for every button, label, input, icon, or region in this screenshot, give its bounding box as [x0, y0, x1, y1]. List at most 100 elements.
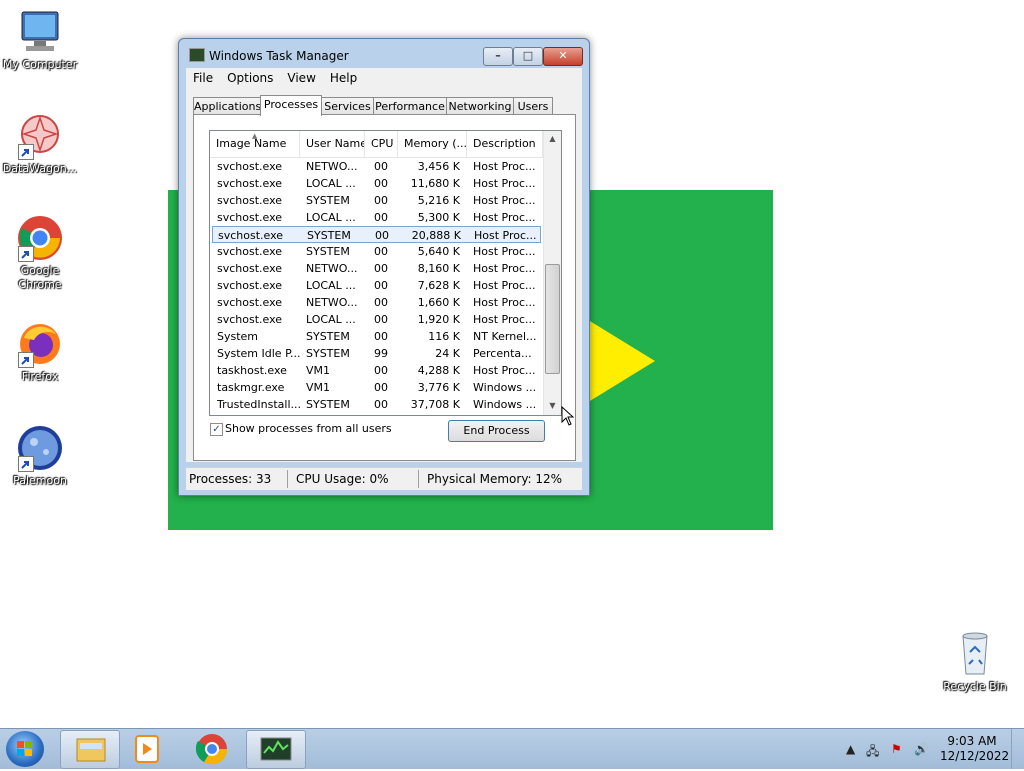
tab-processes[interactable]: Processes	[260, 95, 322, 116]
cell-desc: NT Kernel...	[473, 330, 537, 343]
shortcut-arrow-icon	[18, 246, 34, 262]
tab-applications[interactable]: Applications	[193, 97, 261, 115]
cell-image: svchost.exe	[217, 279, 283, 292]
cell-mem: 5,216 K	[417, 194, 460, 207]
cell-cpu: 00	[374, 364, 388, 377]
show-hidden-icons-icon[interactable]: ▲	[846, 742, 855, 756]
cell-mem: 11,680 K	[410, 177, 460, 190]
taskbar-task-manager[interactable]	[246, 730, 306, 769]
column-user-name[interactable]: User Name	[300, 131, 365, 157]
menu-help[interactable]: Help	[323, 68, 364, 85]
column-description[interactable]: Description	[467, 131, 543, 157]
cell-user: SYSTEM	[306, 194, 350, 207]
table-row[interactable]: TrustedInstall... SYSTEM 00 37,708 K Windows…	[212, 396, 541, 413]
cell-user: VM1	[306, 381, 331, 394]
vertical-scrollbar[interactable]: ▲ ▼	[543, 131, 561, 415]
cell-user: SYSTEM	[306, 347, 350, 360]
table-row[interactable]: taskmgr.exe VM1 00 3,776 K Windows ...	[212, 379, 541, 396]
media-player-icon	[135, 735, 159, 763]
desktop-icon-google-chrome[interactable]: Google Chrome	[0, 214, 80, 292]
tab-users[interactable]: Users	[513, 97, 553, 115]
cell-image: svchost.exe	[217, 160, 283, 173]
cell-mem: 24 K	[435, 347, 460, 360]
table-row[interactable]: svchost.exe LOCAL ... 00 1,920 K Host Proc..…	[212, 311, 541, 328]
tab-services[interactable]: Services	[321, 97, 374, 115]
table-row[interactable]: svchost.exe SYSTEM 00 5,216 K Host Proc...	[212, 192, 541, 209]
desktop-icon-my-computer[interactable]: My Computer	[0, 8, 80, 72]
start-button[interactable]	[6, 731, 44, 767]
cell-image: svchost.exe	[217, 262, 283, 275]
show-all-users-checkbox[interactable]: ✓	[210, 423, 223, 436]
table-row[interactable]: svchost.exe NETWO... 00 1,660 K Host Proc...	[212, 294, 541, 311]
tab-performance[interactable]: Performance	[373, 97, 447, 115]
desktop-icon-firefox[interactable]: Firefox	[0, 320, 80, 384]
table-row[interactable]: taskhost.exe VM1 00 4,288 K Host Proc...	[212, 362, 541, 379]
task-manager-icon	[260, 737, 292, 761]
title-bar[interactable]: Windows Task Manager – □ ✕	[179, 39, 589, 69]
menu-view[interactable]: View	[280, 68, 322, 85]
cell-cpu: 00	[374, 211, 388, 224]
scroll-down-icon[interactable]: ▼	[544, 401, 561, 410]
process-list[interactable]: ▲ Image Name User Name CPU Memory (... De…	[209, 130, 562, 416]
table-row[interactable]: svchost.exe LOCAL ... 00 5,300 K Host Proc..…	[212, 209, 541, 226]
cell-user: NETWO...	[306, 262, 358, 275]
end-process-button[interactable]: End Process	[448, 420, 545, 442]
scroll-up-icon[interactable]: ▲	[544, 134, 561, 143]
cell-image: System Idle P...	[217, 347, 301, 360]
minimize-button[interactable]: –	[483, 47, 513, 66]
scroll-thumb[interactable]	[545, 264, 560, 374]
processes-panel: ▲ Image Name User Name CPU Memory (... De…	[193, 114, 576, 461]
table-row[interactable]: System SYSTEM 00 116 K NT Kernel...	[212, 328, 541, 345]
cell-cpu: 00	[374, 381, 388, 394]
cell-cpu: 00	[374, 313, 388, 326]
status-divider	[418, 470, 419, 488]
table-row[interactable]: System Idle P... SYSTEM 99 24 K Percenta...	[212, 345, 541, 362]
desktop-icon-label: DataWagon...	[2, 162, 78, 175]
cell-cpu: 00	[374, 177, 388, 190]
desktop-icon-recycle-bin[interactable]: Recycle Bin	[935, 630, 1015, 694]
cell-mem: 37,708 K	[410, 398, 460, 411]
taskbar-chrome[interactable]	[183, 730, 241, 767]
cell-cpu: 99	[374, 347, 388, 360]
table-row[interactable]: svchost.exe LOCAL ... 00 11,680 K Host Proc.…	[212, 175, 541, 192]
menu-file[interactable]: File	[186, 68, 220, 85]
computer-icon	[16, 8, 64, 56]
table-row[interactable]: svchost.exe SYSTEM 00 5,640 K Host Proc...	[212, 243, 541, 260]
cell-desc: Host Proc...	[474, 229, 537, 242]
menu-options[interactable]: Options	[220, 68, 280, 85]
table-row[interactable]: svchost.exe LOCAL ... 00 7,628 K Host Proc..…	[212, 277, 541, 294]
column-memory[interactable]: Memory (...	[398, 131, 467, 157]
table-row[interactable]: svchost.exe NETWO... 00 3,456 K Host Proc...	[212, 158, 541, 175]
desktop-icon-label: Firefox	[21, 370, 59, 383]
cell-user: SYSTEM	[307, 229, 351, 242]
cell-cpu: 00	[374, 398, 388, 411]
volume-icon[interactable]: 🔊	[914, 742, 929, 756]
desktop-icon-datawagon[interactable]: DataWagon...	[0, 112, 80, 176]
cell-cpu: 00	[374, 330, 388, 343]
desktop-icon-palemoon[interactable]: Palemoon	[0, 424, 80, 488]
show-desktop-button[interactable]	[1011, 729, 1024, 769]
sort-up-icon: ▲	[252, 132, 258, 140]
action-center-icon[interactable]: ⚑	[891, 742, 902, 756]
menu-bar: File Options View Help	[186, 68, 582, 88]
column-cpu[interactable]: CPU	[365, 131, 398, 157]
clock[interactable]: 9:03 AM 12/12/2022	[940, 734, 1009, 764]
table-row-selected[interactable]: svchost.exe SYSTEM 00 20,888 K Host Proc...	[212, 226, 541, 243]
column-image-name[interactable]: ▲ Image Name	[210, 131, 300, 157]
cell-desc: Host Proc...	[473, 262, 536, 275]
network-icon[interactable]: 🖧	[866, 742, 879, 763]
tab-networking[interactable]: Networking	[446, 97, 514, 115]
desktop-icon-label: Palemoon	[13, 474, 67, 487]
table-row[interactable]: svchost.exe NETWO... 00 8,160 K Host Proc...	[212, 260, 541, 277]
cell-desc: Host Proc...	[473, 194, 536, 207]
close-button[interactable]: ✕	[543, 47, 583, 66]
task-manager-icon	[189, 48, 205, 62]
cell-user: LOCAL ...	[306, 211, 356, 224]
shortcut-arrow-icon	[18, 144, 34, 160]
taskbar-explorer[interactable]	[60, 730, 120, 769]
cell-user: LOCAL ...	[306, 177, 356, 190]
taskbar-media-player[interactable]	[118, 730, 176, 767]
cell-mem: 3,456 K	[417, 160, 460, 173]
cell-image: svchost.exe	[217, 296, 283, 309]
maximize-button[interactable]: □	[513, 47, 543, 66]
